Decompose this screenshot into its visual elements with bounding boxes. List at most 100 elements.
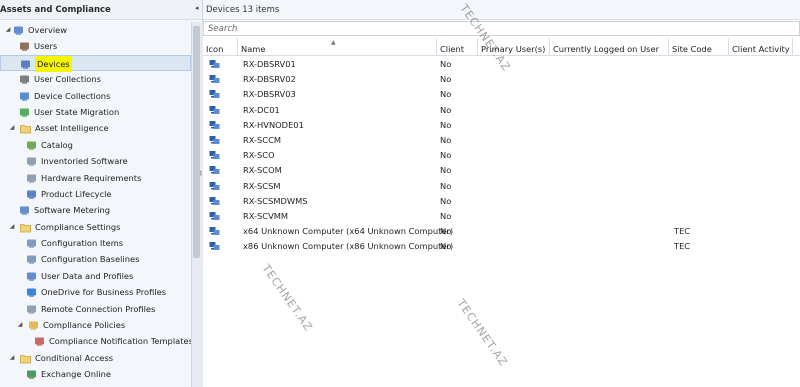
nav-item-label: Remote Connection Profiles (41, 303, 156, 314)
nav-item-compliance-policies[interactable]: ◢ Compliance Policies (0, 317, 191, 333)
nav-item-asset-intelligence[interactable]: ◢ Asset Intelligence (0, 120, 191, 136)
nav-item-configuration-items[interactable]: Configuration Items (0, 235, 191, 251)
user-state-migration-icon (19, 107, 30, 118)
nav-item-label: Devices (35, 55, 72, 73)
expand-arrow-icon[interactable]: ◢ (16, 317, 24, 333)
device-icon (209, 105, 220, 116)
nav-item-onedrive-for-business-profiles[interactable]: OneDrive for Business Profiles (0, 284, 191, 300)
nav-item-label: Configuration Baselines (41, 254, 140, 265)
device-icon (209, 150, 220, 161)
device-icon (209, 196, 220, 207)
table-row[interactable]: RX-DBSRV02 No (203, 72, 800, 87)
device-icon (209, 165, 220, 176)
grid-header: Icon Name ▲ Client Primary User(s) Curre… (203, 38, 800, 56)
content-pane: Devices 13 items ◂ Icon Name ▲ Client Pr… (195, 0, 800, 387)
nav-item-conditional-access[interactable]: ◢ Conditional Access (0, 350, 191, 366)
nav-item-overview[interactable]: ◢ Overview (0, 22, 191, 38)
table-row[interactable]: RX-DBSRV03 No (203, 87, 800, 102)
table-row[interactable]: RX-SCSMDWMS No (203, 194, 800, 209)
nav-item-label: Conditional Access (35, 352, 114, 363)
nav-item-catalog[interactable]: Catalog (0, 137, 191, 153)
expand-arrow-icon[interactable]: ◢ (8, 219, 16, 235)
user-data-profiles-icon (26, 271, 37, 282)
expand-arrow-icon[interactable]: ◢ (8, 120, 16, 136)
table-row[interactable]: RX-SCVMM No (203, 209, 800, 224)
nav-item-label: User Collections (34, 74, 101, 85)
navigation-pane: Assets and Compliance ◢ Overview Users Devi… (0, 0, 203, 387)
device-name: RX-SCCM (243, 134, 282, 145)
client-value: No (440, 134, 452, 145)
nav-item-inventoried-software[interactable]: Inventoried Software (0, 153, 191, 169)
compliance-policies-icon (28, 320, 39, 331)
device-name: RX-SCSM (243, 180, 281, 191)
column-header-client-activity[interactable]: Client Activity (729, 38, 793, 56)
nav-item-label: Configuration Items (41, 238, 124, 249)
table-row[interactable]: RX-SCSM No (203, 179, 800, 194)
nav-item-user-data-and-profiles[interactable]: User Data and Profiles (0, 268, 191, 284)
nav-item-device-collections[interactable]: Device Collections (0, 88, 191, 104)
search-input[interactable] (203, 21, 800, 36)
device-icon (209, 226, 220, 237)
table-row[interactable]: RX-SCO No (203, 148, 800, 163)
nav-item-compliance-notification-templates[interactable]: Compliance Notification Templates (0, 333, 193, 349)
nav-item-exchange-online[interactable]: Exchange Online (0, 366, 191, 382)
nav-item-label: Users (34, 41, 58, 52)
nav-item-configuration-baselines[interactable]: Configuration Baselines (0, 251, 191, 267)
expand-arrow-icon[interactable]: ◢ (4, 22, 12, 38)
nav-item-label: Inventoried Software (41, 156, 128, 167)
onedrive-icon (26, 287, 37, 298)
client-value: No (440, 74, 452, 85)
column-header-site-code[interactable]: Site Code (669, 38, 729, 56)
nav-item-label: Compliance Settings (35, 221, 121, 232)
table-row[interactable]: RX-DBSRV01 No (203, 57, 800, 72)
client-value: No (440, 241, 452, 252)
navigation-pane-title: Assets and Compliance (0, 0, 202, 20)
folder-icon (20, 123, 31, 134)
nav-item-user-collections[interactable]: User Collections (0, 71, 191, 87)
configuration-baselines-icon (26, 254, 37, 265)
nav-item-label: Product Lifecycle (41, 188, 112, 199)
device-icon (209, 59, 220, 70)
table-row[interactable]: x86 Unknown Computer (x86 Unknown Comput… (203, 239, 800, 254)
nav-item-hardware-requirements[interactable]: Hardware Requirements (0, 170, 191, 186)
table-row[interactable]: x64 Unknown Computer (x64 Unknown Comput… (203, 224, 800, 239)
navigation-scrollbar[interactable] (193, 26, 200, 258)
device-name: RX-HVNODE01 (243, 119, 304, 130)
column-header-name[interactable]: Name (238, 38, 437, 56)
content-header: Devices 13 items (203, 0, 800, 20)
client-value: No (440, 195, 452, 206)
nav-item-label: Hardware Requirements (41, 172, 142, 183)
table-row[interactable]: RX-SCOM No (203, 163, 800, 178)
client-value: No (440, 104, 452, 115)
client-value: No (440, 59, 452, 69)
nav-item-product-lifecycle[interactable]: Product Lifecycle (0, 186, 191, 202)
nav-item-software-metering[interactable]: Software Metering (0, 202, 191, 218)
exchange-online-icon (26, 369, 37, 380)
catalog-icon (26, 140, 37, 151)
device-collections-icon (19, 91, 30, 102)
nav-item-remote-connection-profiles[interactable]: Remote Connection Profiles (0, 301, 191, 317)
collapse-pane-icon[interactable]: ◂ (195, 4, 199, 12)
nav-item-compliance-settings[interactable]: ◢ Compliance Settings (0, 219, 191, 235)
nav-item-user-state-migration[interactable]: User State Migration (0, 104, 191, 120)
client-value: No (440, 89, 452, 100)
device-name: RX-DBSRV02 (243, 74, 296, 85)
column-header-logged-on-user[interactable]: Currently Logged on User (550, 38, 669, 56)
expand-arrow-icon[interactable]: ◢ (8, 350, 16, 366)
column-header-primary-users[interactable]: Primary User(s) (478, 38, 550, 56)
device-name: RX-SCO (243, 150, 275, 161)
table-row[interactable]: RX-SCCM No (203, 133, 800, 148)
column-header-icon[interactable]: Icon (203, 38, 238, 56)
device-name: RX-SCOM (243, 165, 282, 176)
remote-connection-icon (26, 304, 37, 315)
nav-item-devices[interactable]: Devices (0, 54, 191, 73)
nav-item-label: Compliance Notification Templates (49, 336, 193, 347)
column-header-client[interactable]: Client (437, 38, 478, 56)
user-collections-icon (19, 74, 30, 85)
site-code-value: TEC (674, 241, 691, 252)
client-value: No (440, 226, 452, 237)
nav-item-users[interactable]: Users (0, 38, 191, 54)
navigation-tree: ◢ Overview Users Devices User Collections Dev… (0, 22, 193, 383)
table-row[interactable]: RX-HVNODE01 No (203, 118, 800, 133)
table-row[interactable]: RX-DC01 No (203, 103, 800, 118)
